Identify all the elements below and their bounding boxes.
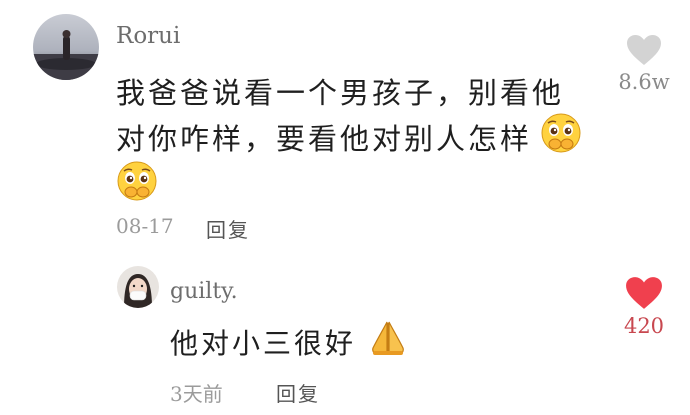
username[interactable]: guilty.: [170, 279, 238, 304]
pleading-face-hands-emoji-icon: [540, 112, 582, 154]
like-button[interactable]: 8.6w: [604, 34, 684, 94]
comment-date: 3天前: [170, 382, 223, 406]
like-count: 8.6w: [618, 70, 670, 94]
reply-button[interactable]: 回复: [276, 378, 320, 407]
comment-text-line: 对你咋样，要看他对别人怎样: [116, 122, 533, 156]
heart-filled-icon[interactable]: [625, 276, 663, 310]
avatar[interactable]: [33, 14, 99, 80]
folded-hands-emoji-icon: [368, 318, 408, 358]
comment-date: 08-17: [116, 214, 174, 238]
comment-thread: Rorui 我爸爸说看一个男孩子，别看他 对你咋样，要看他对别人怎样 08-17…: [0, 0, 690, 415]
like-count: 420: [623, 314, 665, 338]
heart-outline-icon[interactable]: [626, 34, 662, 66]
like-button[interactable]: 420: [604, 276, 684, 338]
avatar[interactable]: [117, 266, 159, 308]
pleading-face-hands-emoji-icon: [116, 160, 158, 202]
username[interactable]: Rorui: [116, 23, 180, 49]
reply-button[interactable]: 回复: [206, 214, 250, 243]
reply-text: 他对小三很好: [170, 327, 357, 360]
comment-text-line: 我爸爸说看一个男孩子，别看他: [116, 76, 565, 110]
